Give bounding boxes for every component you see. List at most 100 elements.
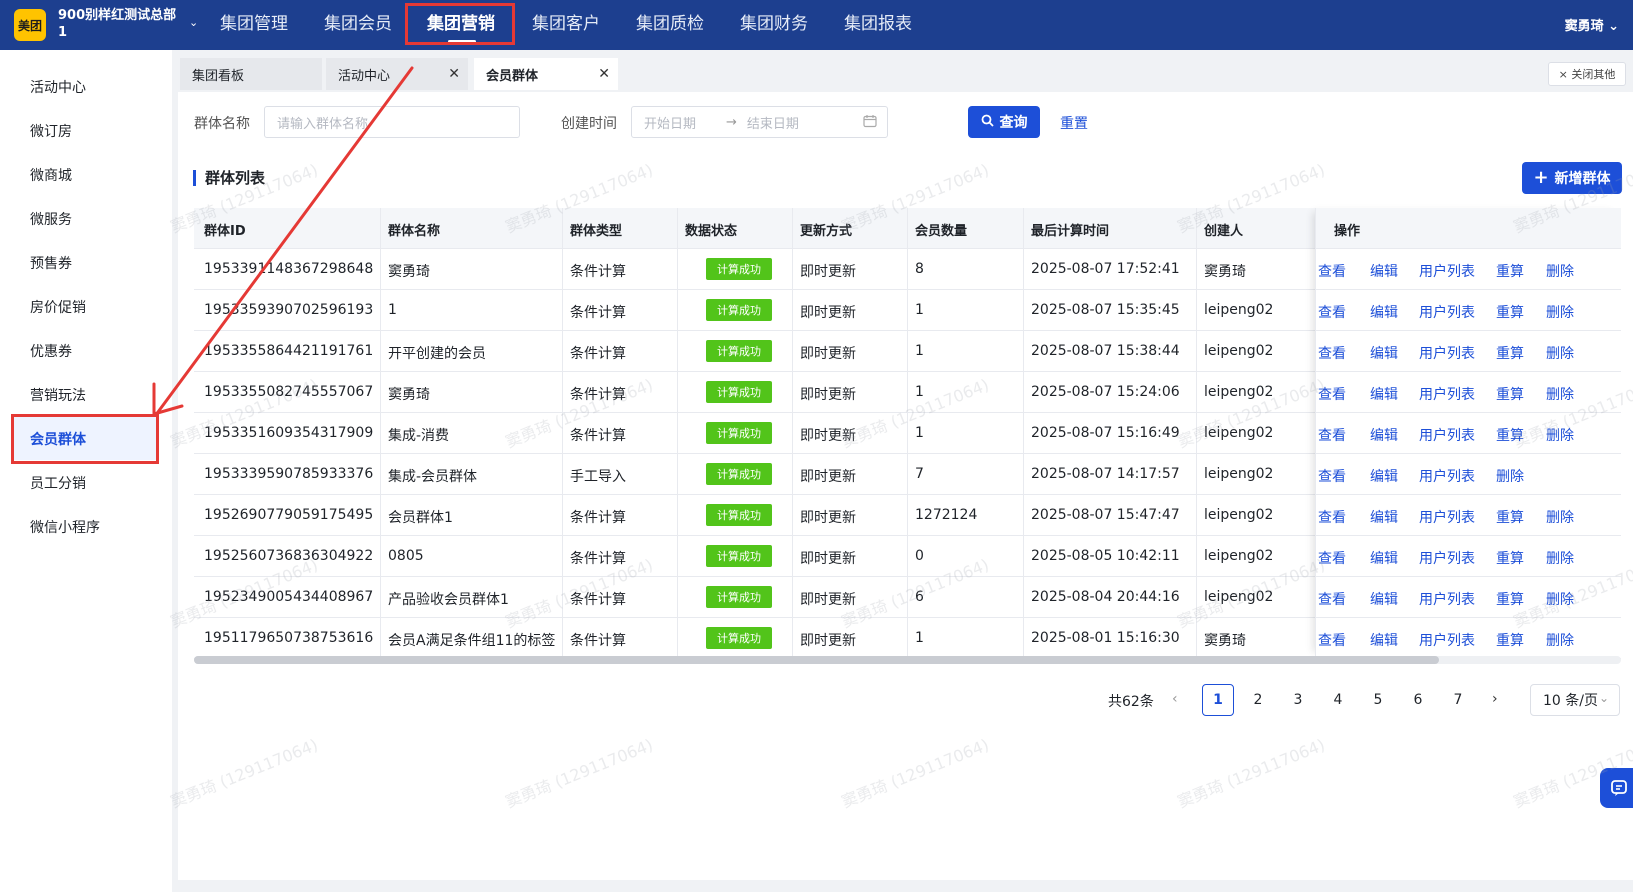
sidebar-item-micro-booking[interactable]: 微订房 <box>30 121 72 141</box>
sidebar-item-activity-center[interactable]: 活动中心 <box>30 77 86 97</box>
sidebar-item-marketing-play[interactable]: 营销玩法 <box>30 385 86 405</box>
view-link[interactable]: 查看 <box>1318 384 1346 404</box>
add-group-button[interactable]: + 新增群体 <box>1522 162 1622 194</box>
group-type-cell: 条件计算 <box>570 510 626 526</box>
status-badge: 计算成功 <box>706 422 772 444</box>
user-list-link[interactable]: 用户列表 <box>1419 343 1475 363</box>
recalculate-link[interactable]: 重算 <box>1496 425 1524 445</box>
table-row: 1952560736836304922 0805 条件计算 即时更新 0 2025-08-… <box>194 536 1621 577</box>
view-link[interactable]: 查看 <box>1318 425 1346 445</box>
page-7[interactable]: 7 <box>1442 684 1474 716</box>
last-calc-time-cell: 2025-08-07 15:38:44 <box>1031 343 1180 359</box>
view-link[interactable]: 查看 <box>1318 343 1346 363</box>
user-menu[interactable]: 窦勇琦 ⌄ <box>1565 15 1619 34</box>
page-size-select[interactable]: 10 条/页 ⌄ <box>1530 684 1620 716</box>
prev-page-icon[interactable]: ‹ <box>1172 691 1178 707</box>
group-id-cell: 1952690779059175495 <box>204 507 374 523</box>
page-4[interactable]: 4 <box>1322 684 1354 716</box>
view-link[interactable]: 查看 <box>1318 302 1346 322</box>
delete-link[interactable]: 删除 <box>1546 384 1574 404</box>
nav-group-management[interactable]: 集团管理 <box>220 12 288 36</box>
edit-link[interactable]: 编辑 <box>1370 507 1398 527</box>
sidebar-item-wechat-miniapp[interactable]: 微信小程序 <box>30 517 100 537</box>
recalculate-link[interactable]: 重算 <box>1496 630 1524 650</box>
delete-link[interactable]: 删除 <box>1546 425 1574 445</box>
page-6[interactable]: 6 <box>1402 684 1434 716</box>
recalculate-link[interactable]: 重算 <box>1496 261 1524 281</box>
view-link[interactable]: 查看 <box>1318 630 1346 650</box>
edit-link[interactable]: 编辑 <box>1370 589 1398 609</box>
recalculate-link[interactable]: 重算 <box>1496 589 1524 609</box>
page-1[interactable]: 1 <box>1202 684 1234 716</box>
view-link[interactable]: 查看 <box>1318 466 1346 486</box>
group-id-cell: 1953351609354317909 <box>204 425 374 441</box>
sidebar-item-micro-mall[interactable]: 微商城 <box>30 165 72 185</box>
close-others-button[interactable]: × 关闭其他 <box>1548 62 1626 86</box>
view-link[interactable]: 查看 <box>1318 507 1346 527</box>
last-calc-time-cell: 2025-08-07 15:47:47 <box>1031 507 1180 523</box>
last-calc-time-cell: 2025-08-07 14:17:57 <box>1031 466 1180 482</box>
view-link[interactable]: 查看 <box>1318 589 1346 609</box>
page-5[interactable]: 5 <box>1362 684 1394 716</box>
delete-link[interactable]: 删除 <box>1496 466 1524 486</box>
edit-link[interactable]: 编辑 <box>1370 302 1398 322</box>
delete-link[interactable]: 删除 <box>1546 343 1574 363</box>
delete-link[interactable]: 删除 <box>1546 589 1574 609</box>
user-list-link[interactable]: 用户列表 <box>1419 261 1475 281</box>
next-page-icon[interactable]: › <box>1492 691 1498 707</box>
view-link[interactable]: 查看 <box>1318 548 1346 568</box>
delete-link[interactable]: 删除 <box>1546 507 1574 527</box>
sidebar-item-micro-service[interactable]: 微服务 <box>30 209 72 229</box>
table-scrollbar[interactable] <box>194 656 1439 664</box>
user-list-link[interactable]: 用户列表 <box>1419 425 1475 445</box>
nav-group-reports[interactable]: 集团报表 <box>844 12 912 36</box>
edit-link[interactable]: 编辑 <box>1370 384 1398 404</box>
tab-group-dashboard[interactable]: 集团看板 <box>180 58 322 90</box>
user-list-link[interactable]: 用户列表 <box>1419 466 1475 486</box>
delete-link[interactable]: 删除 <box>1546 630 1574 650</box>
delete-link[interactable]: 删除 <box>1546 548 1574 568</box>
nav-group-finance[interactable]: 集团财务 <box>740 12 808 36</box>
edit-link[interactable]: 编辑 <box>1370 466 1398 486</box>
tab-activity-center[interactable]: 活动中心 ✕ <box>326 58 468 90</box>
user-list-link[interactable]: 用户列表 <box>1419 589 1475 609</box>
edit-link[interactable]: 编辑 <box>1370 261 1398 281</box>
close-icon[interactable]: ✕ <box>598 66 610 82</box>
page-3[interactable]: 3 <box>1282 684 1314 716</box>
chat-help-icon[interactable] <box>1600 768 1633 808</box>
user-list-link[interactable]: 用户列表 <box>1419 630 1475 650</box>
view-link[interactable]: 查看 <box>1318 261 1346 281</box>
delete-link[interactable]: 删除 <box>1546 261 1574 281</box>
user-list-link[interactable]: 用户列表 <box>1419 548 1475 568</box>
recalculate-link[interactable]: 重算 <box>1496 507 1524 527</box>
delete-link[interactable]: 删除 <box>1546 302 1574 322</box>
sidebar-item-presale-voucher[interactable]: 预售券 <box>30 253 72 273</box>
close-icon[interactable]: ✕ <box>448 66 460 82</box>
chevron-down-icon[interactable]: ⌄ <box>189 16 198 29</box>
sidebar-item-staff-distribution[interactable]: 员工分销 <box>30 473 86 493</box>
sidebar-item-room-price-promo[interactable]: 房价促销 <box>30 297 86 317</box>
edit-link[interactable]: 编辑 <box>1370 425 1398 445</box>
recalculate-link[interactable]: 重算 <box>1496 384 1524 404</box>
edit-link[interactable]: 编辑 <box>1370 630 1398 650</box>
date-range-picker[interactable]: 开始日期 → 结束日期 <box>631 106 888 138</box>
tab-member-groups[interactable]: 会员群体 ✕ <box>474 58 618 90</box>
nav-group-quality[interactable]: 集团质检 <box>636 12 704 36</box>
recalculate-link[interactable]: 重算 <box>1496 302 1524 322</box>
group-type-cell: 条件计算 <box>570 592 626 608</box>
page-2[interactable]: 2 <box>1242 684 1274 716</box>
recalculate-link[interactable]: 重算 <box>1496 548 1524 568</box>
nav-group-customers[interactable]: 集团客户 <box>532 12 600 36</box>
query-button[interactable]: 查询 <box>968 106 1040 138</box>
user-list-link[interactable]: 用户列表 <box>1419 507 1475 527</box>
nav-group-members[interactable]: 集团会员 <box>324 12 392 36</box>
sidebar-item-coupons[interactable]: 优惠券 <box>30 341 72 361</box>
user-list-link[interactable]: 用户列表 <box>1419 384 1475 404</box>
recalculate-link[interactable]: 重算 <box>1496 343 1524 363</box>
group-name-input[interactable]: 请输入群体名称 <box>264 106 520 138</box>
edit-link[interactable]: 编辑 <box>1370 548 1398 568</box>
edit-link[interactable]: 编辑 <box>1370 343 1398 363</box>
org-switcher[interactable]: 900别样红测试总部 1 <box>58 7 198 41</box>
reset-button[interactable]: 重置 <box>1060 113 1088 133</box>
user-list-link[interactable]: 用户列表 <box>1419 302 1475 322</box>
